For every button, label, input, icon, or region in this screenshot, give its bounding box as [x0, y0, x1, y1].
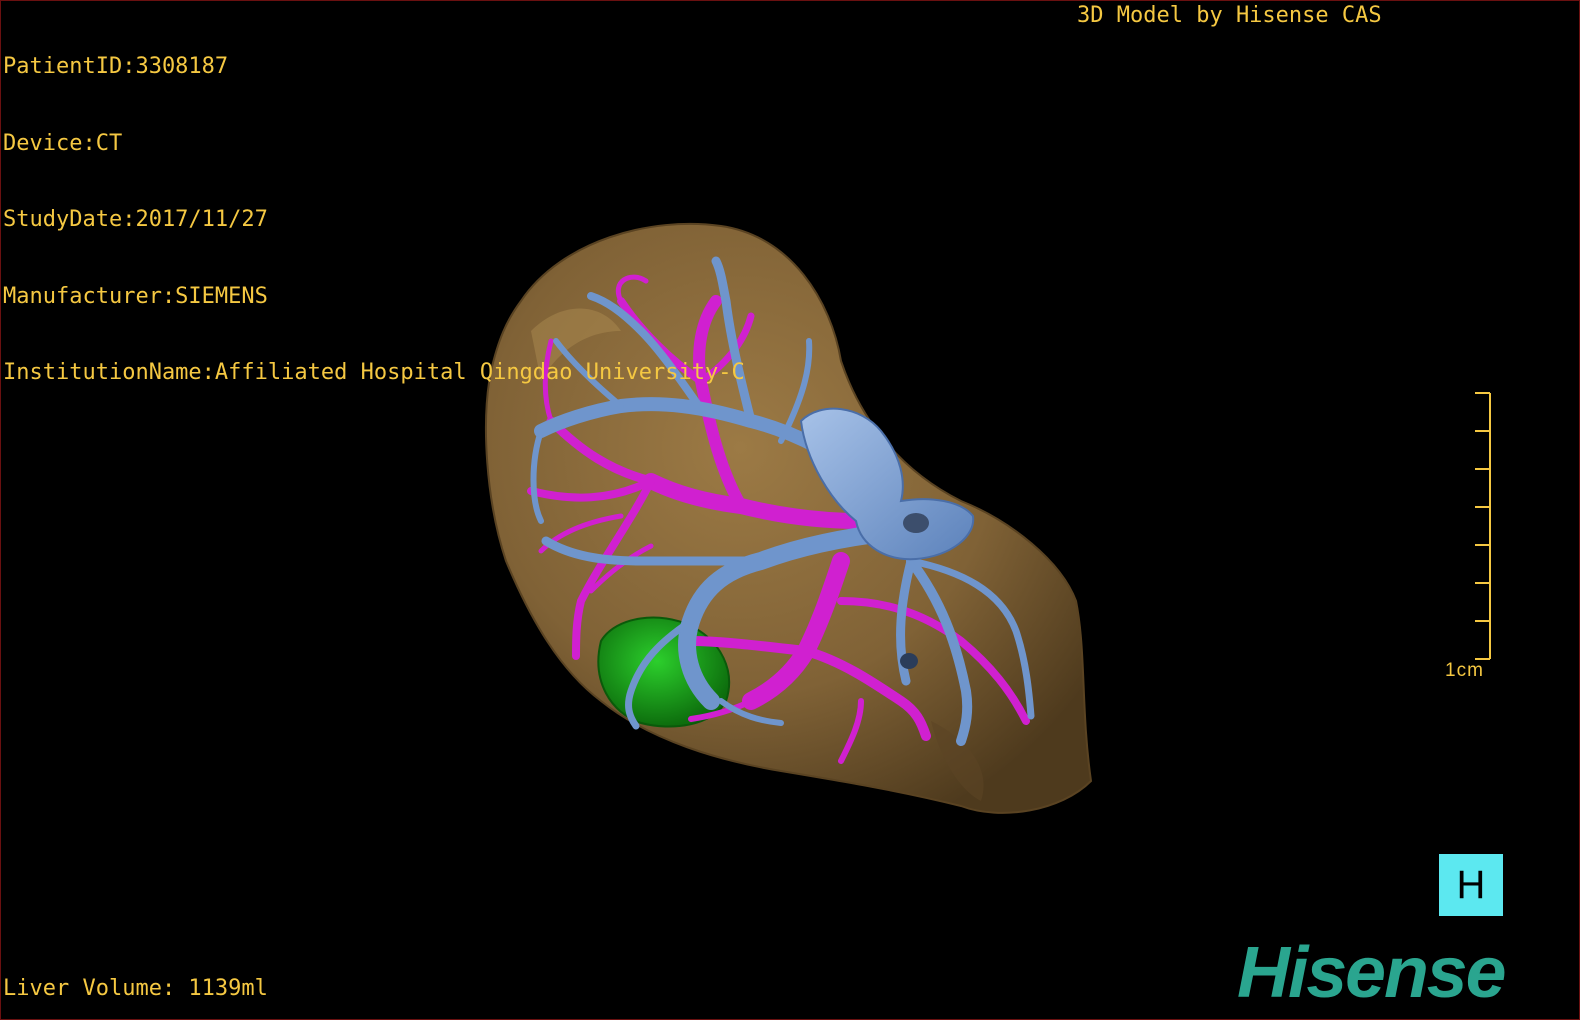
hisense-logo: Hisense	[1237, 933, 1506, 1013]
liver-volume-text: Liver Volume: 1139ml	[3, 976, 268, 1001]
scale-label: 1cm	[1445, 660, 1484, 681]
institution-text: InstitutionName:Affiliated Hospital Qing…	[3, 360, 745, 385]
vessel-stump	[900, 653, 918, 669]
3d-render-viewport[interactable]: PatientID:3308187 Device:CT StudyDate:20…	[0, 0, 1580, 1020]
manufacturer-text: Manufacturer:SIEMENS	[3, 283, 268, 309]
patient-id-text: PatientID:3308187	[3, 54, 229, 79]
scale-ruler	[1475, 392, 1491, 660]
study-date-text: StudyDate:2017/11/27	[3, 207, 268, 232]
dicom-info-overlay: PatientID:3308187 Device:CT StudyDate:20…	[3, 3, 745, 437]
device-text: Device:CT	[3, 130, 123, 156]
ivc-lumen	[903, 513, 929, 533]
model-credit-text: 3D Model by Hisense CAS	[1077, 3, 1382, 28]
orientation-marker-button[interactable]: H	[1439, 854, 1503, 916]
